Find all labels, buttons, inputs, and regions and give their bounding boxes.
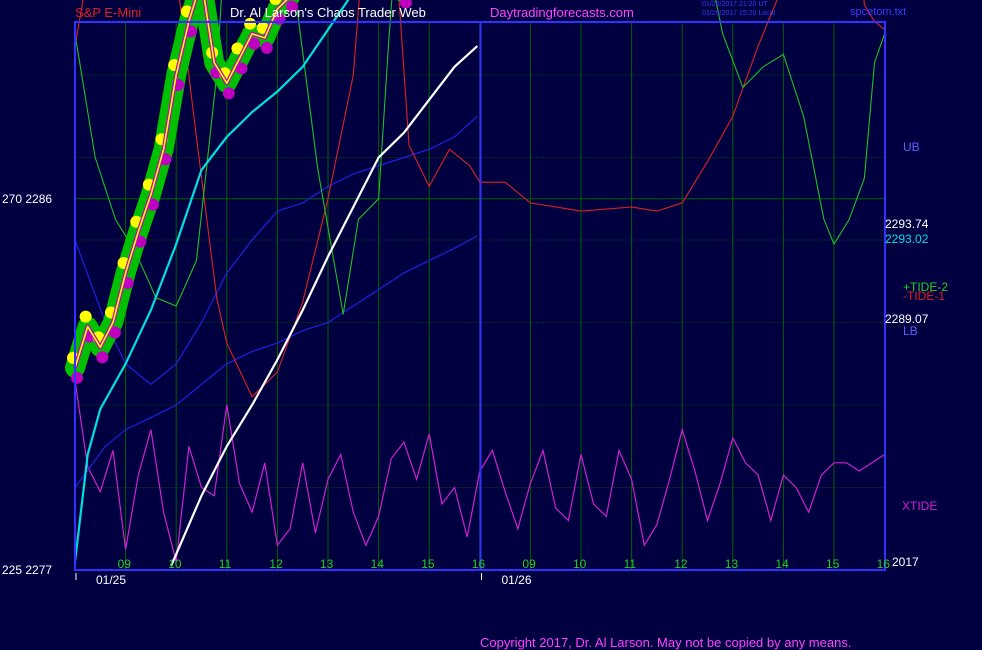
price-low-marker xyxy=(222,87,235,100)
price-axis-label: 270 2286 xyxy=(2,192,52,206)
hour-tick-label: 11 xyxy=(624,557,637,571)
price-low-marker xyxy=(96,351,109,364)
data-file-label: spcetom.txt xyxy=(850,6,907,18)
timestamp-ut: 01/26/2017 21:20 UT xyxy=(702,1,768,8)
series-line-price xyxy=(74,0,288,369)
price-axis-label: 225 2277 xyxy=(2,563,52,577)
hour-tick-label: 09 xyxy=(118,557,132,571)
hour-tick-label: 13 xyxy=(725,557,739,571)
tide1-label: -TIDE-1 xyxy=(903,289,945,303)
hour-tick-label: 12 xyxy=(269,557,283,571)
hour-tick-label: 10 xyxy=(168,557,182,571)
hour-tick-label: 16 xyxy=(877,557,891,571)
hour-tick-label: 09 xyxy=(522,557,536,571)
hour-tick-label: 15 xyxy=(826,557,840,571)
site-link[interactable]: Daytradingforecasts.com xyxy=(490,5,634,20)
chart-title: Dr. Al Larson's Chaos Trader Web xyxy=(230,5,426,20)
price-high-marker xyxy=(79,310,92,323)
series-line-ma-slow xyxy=(170,45,479,567)
year-label: 2017 xyxy=(892,555,919,569)
last-price-label: 2293.74 xyxy=(885,217,929,231)
date-label: 01/26 xyxy=(502,573,532,587)
hour-tick-label: 10 xyxy=(573,557,587,571)
price-bar-trace xyxy=(73,0,290,369)
price-low-marker xyxy=(260,41,273,54)
price-halo xyxy=(65,0,411,378)
hour-tick-label: 14 xyxy=(775,557,789,571)
xtide-label: XTIDE xyxy=(902,499,937,513)
hour-tick-label: 11 xyxy=(219,557,232,571)
date-label: 01/25 xyxy=(96,573,126,587)
hour-tick-label: 13 xyxy=(320,557,334,571)
timestamp-local: 01/26/2017 15:20 Local xyxy=(702,10,776,17)
hour-tick-label: 16 xyxy=(472,557,486,571)
symbol-label: S&P E-Mini xyxy=(75,5,142,20)
hour-tick-label: 15 xyxy=(421,557,435,571)
upper-band-label: UB xyxy=(903,140,920,154)
fast-ma-value-label: 2293.02 xyxy=(885,232,929,246)
lower-band-label: LB xyxy=(903,324,918,338)
hour-tick-label: 12 xyxy=(674,557,688,571)
hour-tick-label: 14 xyxy=(371,557,385,571)
copyright-notice: Copyright 2017, Dr. Al Larson. May not b… xyxy=(480,635,852,650)
price-chart: 315 2295270 2286225 22770910111213141516… xyxy=(2,0,948,587)
chart-window: 315 2295270 2286225 22770910111213141516… xyxy=(0,0,982,650)
price-low-marker xyxy=(71,371,83,384)
